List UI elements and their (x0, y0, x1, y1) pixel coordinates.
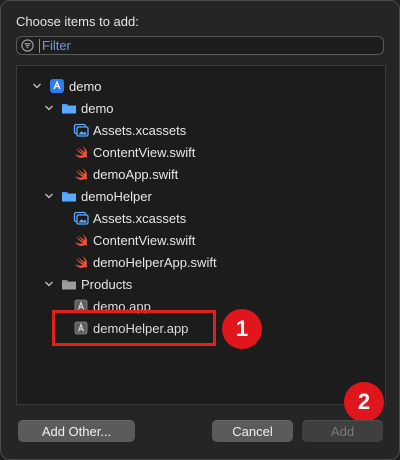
tree-row-contentview[interactable]: ContentView.swift (17, 141, 385, 163)
asset-catalog-icon (73, 211, 89, 225)
tree-row-label: Products (81, 277, 133, 292)
tree-row-label: ContentView.swift (93, 233, 196, 248)
chevron-down-icon[interactable] (44, 280, 54, 288)
add-other-button[interactable]: Add Other... (18, 420, 135, 442)
add-items-dialog: Choose items to add: demo (0, 0, 400, 460)
folder-icon (62, 192, 76, 202)
tree-row-label: Assets.xcassets (93, 211, 187, 226)
dialog-title: Choose items to add: (16, 14, 139, 29)
tree-row-assets[interactable]: Assets.xcassets (17, 119, 385, 141)
file-tree[interactable]: demo demo Assets.xcassets ContentView.sw… (16, 65, 386, 405)
tree-row-label: demo (81, 101, 114, 116)
chevron-down-icon[interactable] (44, 192, 54, 200)
swift-file-icon (75, 168, 88, 180)
step-badge-1: 1 (222, 309, 262, 349)
tree-row-demohelper-folder[interactable]: demoHelper (17, 185, 385, 207)
swift-file-icon (75, 146, 88, 158)
tree-row-label: Assets.xcassets (93, 123, 187, 138)
folder-icon (62, 104, 76, 114)
swift-file-icon (75, 234, 88, 246)
tree-row-label: demoHelper (81, 189, 152, 204)
swift-file-icon (75, 256, 88, 268)
tree-row-label: demoHelperApp.swift (93, 255, 217, 270)
tree-row-demo-project[interactable]: demo (17, 75, 385, 97)
tree-row-products-folder[interactable]: Products (17, 273, 385, 295)
tree-row-demohelperapp-swift[interactable]: demoHelperApp.swift (17, 251, 385, 273)
tree-row-assets[interactable]: Assets.xcassets (17, 207, 385, 229)
highlight-box (52, 310, 216, 346)
filter-field[interactable] (16, 36, 384, 55)
tree-row-label: ContentView.swift (93, 145, 196, 160)
chevron-down-icon[interactable] (32, 82, 42, 90)
cancel-button[interactable]: Cancel (212, 420, 293, 442)
asset-catalog-icon (73, 123, 89, 137)
tree-row-contentview[interactable]: ContentView.swift (17, 229, 385, 251)
chevron-down-icon[interactable] (44, 104, 54, 112)
tree-row-label: demoApp.swift (93, 167, 179, 182)
tree-row-label: demo (69, 79, 102, 94)
filter-input[interactable] (40, 37, 374, 54)
folder-icon (62, 280, 76, 290)
step-badge-2: 2 (344, 382, 384, 422)
tree-row-demoapp-swift[interactable]: demoApp.swift (17, 163, 385, 185)
tree-row-demo-folder[interactable]: demo (17, 97, 385, 119)
filter-icon[interactable] (21, 39, 34, 52)
add-button[interactable]: Add (302, 420, 383, 442)
xcode-project-icon (50, 79, 64, 93)
